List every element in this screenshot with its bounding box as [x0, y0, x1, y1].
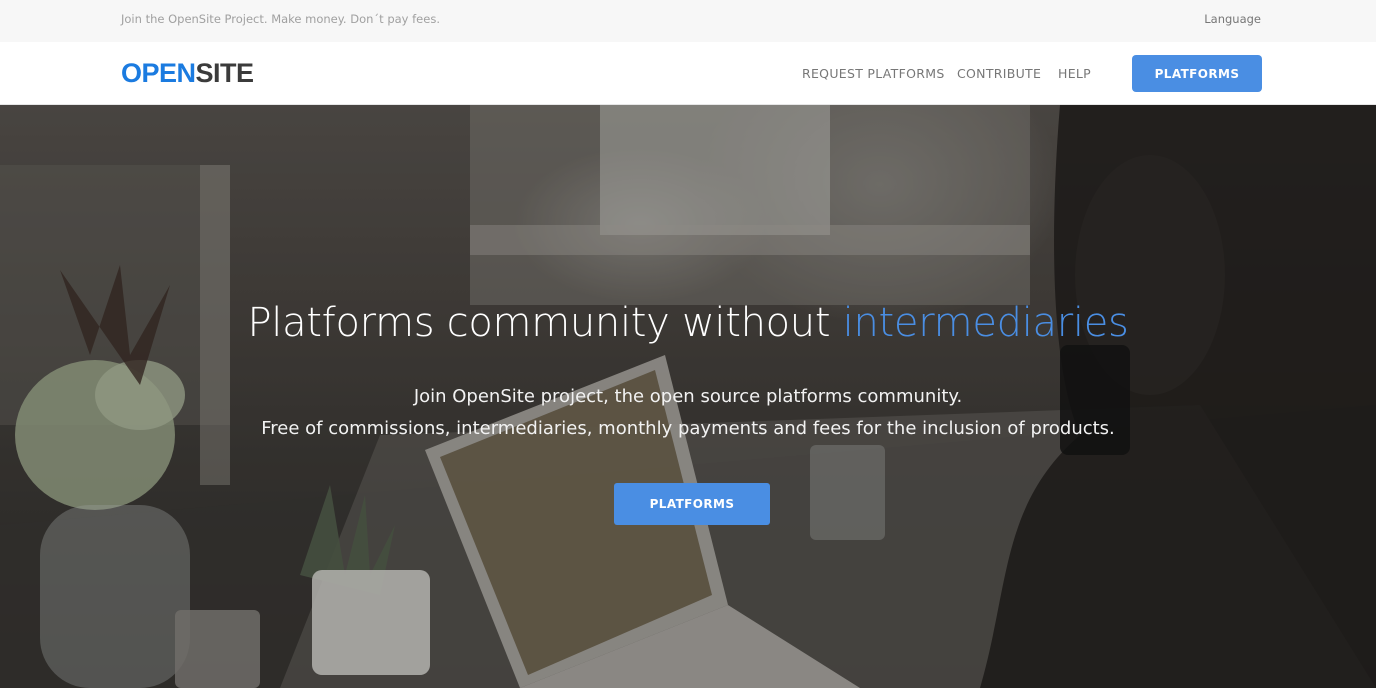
hero-section: Platforms community without intermediari…: [0, 105, 1376, 688]
nav-help[interactable]: HELP: [1058, 66, 1091, 81]
logo-text-open: OPEN: [121, 58, 196, 88]
platforms-hero-button[interactable]: PLATFORMS: [614, 483, 770, 525]
top-announcement-bar: Join the OpenSite Project. Make money. D…: [0, 0, 1376, 42]
hero-title-main: Platforms community without: [247, 300, 843, 346]
logo-text-site: SITE: [195, 58, 255, 88]
language-selector[interactable]: Language: [1204, 12, 1261, 26]
opensite-logo[interactable]: OPENSITE: [121, 58, 254, 89]
announcement-text: Join the OpenSite Project. Make money. D…: [121, 12, 440, 26]
hero-subtitle-line-1: Join OpenSite project, the open source p…: [413, 386, 963, 407]
nav-contribute[interactable]: CONTRIBUTE: [957, 66, 1041, 81]
hero-title-accent: intermediaries: [842, 300, 1129, 346]
main-navbar: OPENSITE REQUEST PLATFORMS CONTRIBUTE HE…: [0, 42, 1376, 105]
hero-title: Platforms community without intermediari…: [0, 300, 1376, 346]
hero-subtitle-line-2: Free of commissions, intermediaries, mon…: [261, 418, 1115, 439]
nav-request-platforms[interactable]: REQUEST PLATFORMS: [802, 66, 945, 81]
platforms-nav-button[interactable]: PLATFORMS: [1132, 55, 1262, 92]
